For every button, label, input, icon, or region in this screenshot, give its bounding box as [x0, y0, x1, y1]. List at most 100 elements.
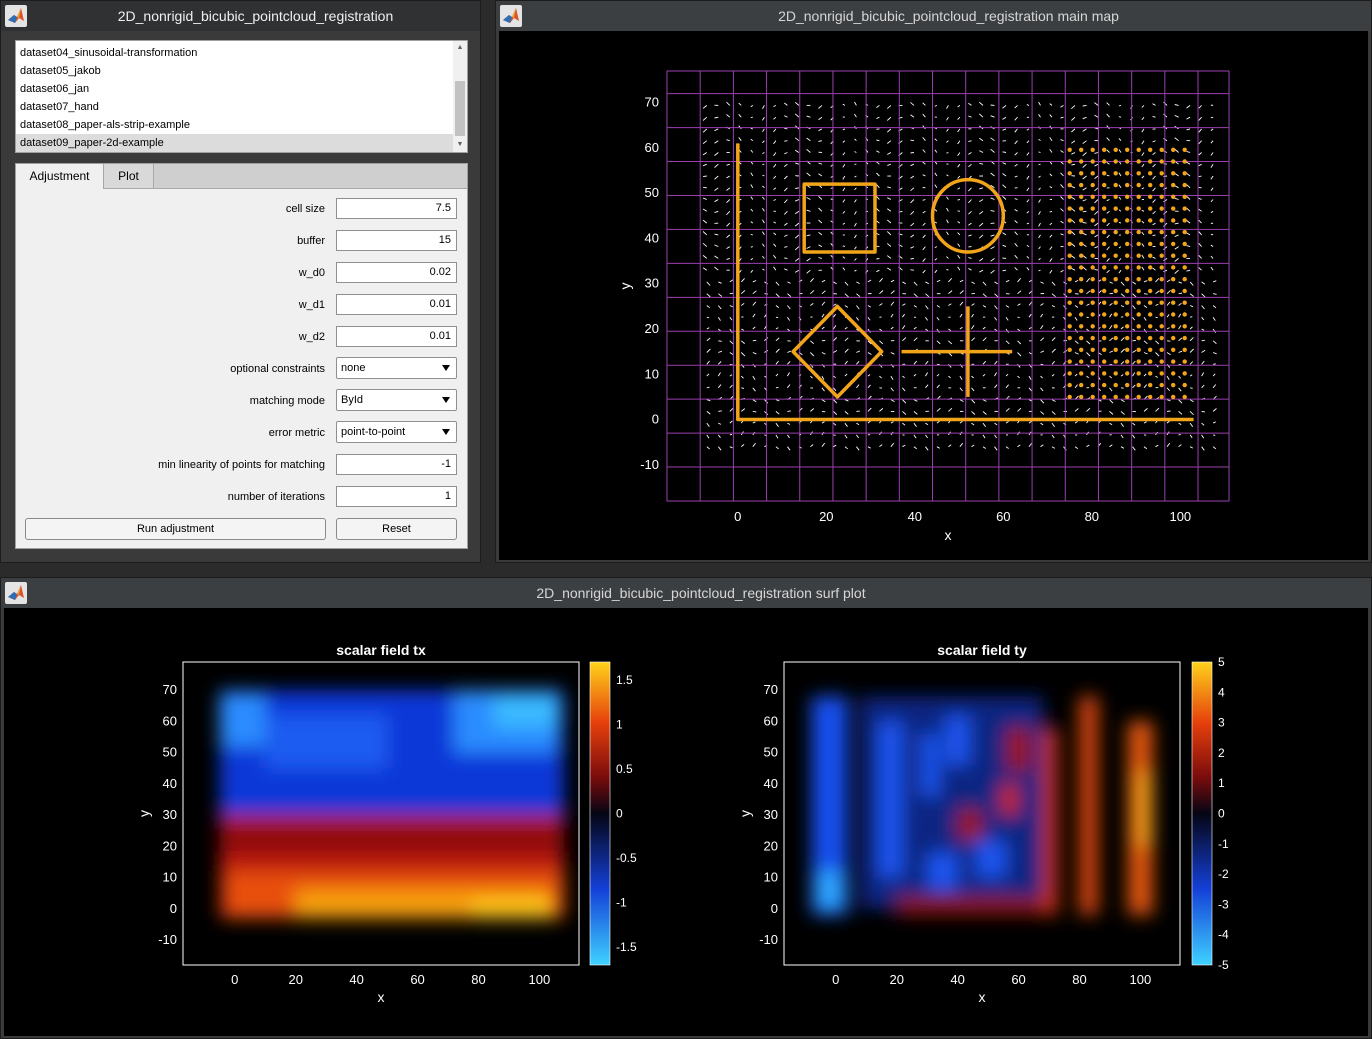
dot-grid-point [1171, 229, 1176, 235]
tab-strip: Adjustment Plot [16, 164, 467, 189]
dot-grid-point [1125, 288, 1130, 294]
dot-grid-point [1171, 394, 1176, 400]
main-map-figure[interactable]: 0 20 40 60 80 100 -10 0 10 20 30 40 50 60 70 x y [499, 31, 1368, 560]
dot-grid-point [1171, 335, 1176, 341]
dot-grid-point [1090, 265, 1095, 270]
displacement-vector [729, 433, 733, 436]
field-patch [927, 852, 958, 891]
optional-constraints-dropdown[interactable]: none [336, 357, 457, 379]
colorbar-tick-label: 3 [1218, 716, 1225, 730]
dataset-list-item[interactable]: dataset04_sinusoidal-transformation [16, 44, 453, 62]
error-metric-dropdown[interactable]: point-to-point [336, 421, 457, 443]
x-tick-label: 80 [1072, 972, 1086, 987]
dot-grid-point [1182, 182, 1187, 188]
field-patch [1137, 771, 1150, 847]
x-tick-label: 100 [1169, 509, 1191, 524]
displacement-vector [957, 199, 960, 201]
scroll-thumb[interactable] [455, 81, 465, 136]
displacement-vector [1155, 316, 1158, 319]
dot-grid-point [1067, 371, 1072, 376]
y-tick-label: -10 [640, 457, 659, 472]
w-d1-field[interactable]: 0.01 [336, 294, 457, 315]
dot-grid-point [1159, 394, 1164, 400]
dot-grid-point [1171, 371, 1176, 376]
dot-grid-point [1102, 277, 1107, 282]
dot-grid-point [1079, 324, 1084, 329]
colorbar-tick-label: -1 [616, 896, 627, 910]
buffer-field[interactable]: 15 [336, 230, 457, 251]
dataset-list-item[interactable]: dataset09_paper-2d-example [16, 134, 453, 152]
map-window-titlebar[interactable]: 2D_nonrigid_bicubic_pointcloud_registrat… [496, 1, 1371, 31]
dot-grid-point [1136, 265, 1141, 270]
reset-button[interactable]: Reset [336, 518, 457, 540]
dot-grid-point [1102, 182, 1107, 188]
dot-grid-point [1182, 277, 1187, 282]
y-tick-label: 30 [163, 807, 177, 822]
y-tick-label: 60 [163, 713, 177, 728]
dot-grid-point [1182, 171, 1187, 176]
cell-size-field[interactable]: 7.5 [336, 198, 457, 219]
y-tick-label: 0 [170, 901, 177, 916]
dot-grid-point [1136, 288, 1141, 294]
dot-grid-point [1125, 394, 1130, 400]
dot-grid-point [1090, 159, 1095, 164]
dot-grid-point [1148, 253, 1153, 258]
y-tick-label: 50 [645, 185, 659, 200]
dot-grid-point [1090, 312, 1095, 317]
dot-grid-point [1102, 347, 1107, 352]
dataset-list-item[interactable]: dataset07_hand [16, 98, 453, 116]
displacement-vector [752, 339, 757, 342]
scroll-up-arrow-icon[interactable]: ▲ [453, 41, 467, 55]
dot-grid-point [1125, 359, 1130, 364]
min-linearity-field[interactable]: -1 [336, 454, 457, 475]
dot-grid-point [1148, 394, 1153, 400]
dot-grid-point [1067, 288, 1072, 294]
listbox-scrollbar[interactable]: ▲ ▼ [453, 41, 467, 152]
surf-window-titlebar[interactable]: 2D_nonrigid_bicubic_pointcloud_registrat… [1, 578, 1371, 608]
colorbar-tick-label: 5 [1218, 655, 1225, 669]
dot-grid-point [1067, 265, 1072, 270]
dot-grid-point [1148, 359, 1153, 364]
dot-grid-point [1171, 241, 1176, 247]
w-d2-field[interactable]: 0.01 [336, 326, 457, 347]
x-tick-label: 100 [1130, 972, 1152, 987]
dot-grid-point [1079, 359, 1084, 364]
w-d0-field[interactable]: 0.02 [336, 262, 457, 283]
displacement-vector [1082, 210, 1087, 213]
dot-grid-point [1182, 229, 1187, 235]
chevron-down-icon [442, 397, 450, 403]
scroll-down-arrow-icon[interactable]: ▼ [453, 138, 467, 152]
tab-plot[interactable]: Plot [104, 164, 154, 188]
y-tick-label: -10 [158, 932, 177, 947]
displacement-vector [1213, 293, 1217, 295]
dot-grid-point [1182, 371, 1187, 376]
displacement-vector [1118, 104, 1122, 107]
run-adjustment-button[interactable]: Run adjustment [25, 518, 326, 540]
dot-grid-point [1159, 182, 1164, 188]
y-tick-label: 70 [163, 682, 177, 697]
min-linearity-label: min linearity of points for matching [158, 459, 325, 471]
dot-grid-point [1125, 324, 1130, 329]
dot-grid-point [1090, 253, 1095, 258]
x-axis-label: x [945, 527, 952, 543]
y-tick-label: 10 [645, 366, 659, 381]
control-window-titlebar[interactable]: 2D_nonrigid_bicubic_pointcloud_registrat… [1, 1, 480, 31]
dot-grid-point [1067, 218, 1072, 223]
colorbar-tick-label: -5 [1218, 958, 1229, 972]
dataset-list-item[interactable]: dataset08_paper-als-strip-example [16, 116, 453, 134]
matching-mode-dropdown[interactable]: ById [336, 389, 457, 411]
dot-grid-point [1125, 171, 1130, 176]
dot-grid-point [1136, 218, 1141, 223]
dot-grid-point [1113, 288, 1118, 294]
dot-grid-point [1067, 335, 1072, 341]
dataset-list-item[interactable]: dataset05_jakob [16, 62, 453, 80]
dot-grid-point [1125, 206, 1130, 211]
iterations-field[interactable]: 1 [336, 486, 457, 507]
tab-adjustment[interactable]: Adjustment [16, 164, 104, 189]
surf-plot-figure[interactable]: scalar field tx0 20 40 60 80 100-100102030405… [4, 608, 1368, 1036]
dot-grid-point [1182, 288, 1187, 294]
dot-grid-point [1136, 312, 1141, 317]
dataset-list-item[interactable]: dataset06_jan [16, 80, 453, 98]
displacement-vector [1038, 151, 1041, 153]
dataset-listbox[interactable]: dataset04_sinusoidal-transformation datas… [15, 40, 468, 153]
